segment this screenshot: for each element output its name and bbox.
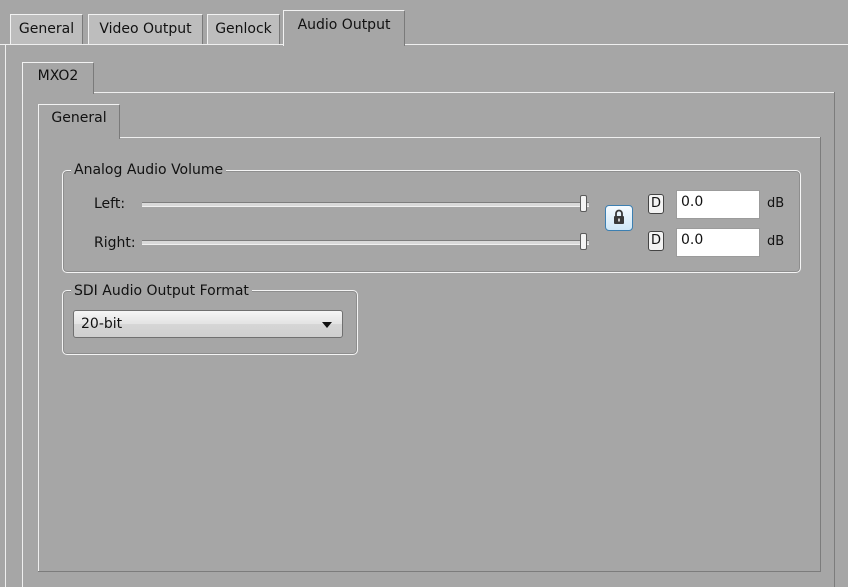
sub-panel-right-border — [820, 137, 821, 572]
analog-audio-volume-title: Analog Audio Volume — [71, 162, 227, 178]
sdi-audio-format-value: 20-bit — [81, 316, 123, 332]
chevron-down-icon — [322, 322, 332, 328]
tab-audio-output[interactable]: Audio Output — [283, 10, 405, 46]
sub-panel-top-border — [118, 137, 820, 138]
sub-panel-left-border — [38, 137, 39, 572]
right-default-button[interactable]: D — [648, 231, 664, 251]
right-volume-label: Right: — [94, 235, 136, 251]
left-volume-input[interactable]: 0.0 — [676, 190, 760, 219]
sub-panel-bottom-border — [38, 571, 821, 572]
device-panel-top-border — [92, 92, 834, 93]
lock-icon — [614, 209, 624, 224]
left-volume-label: Left: — [94, 196, 126, 212]
sdi-audio-format-select[interactable]: 20-bit — [73, 310, 343, 338]
left-volume-slider-track[interactable] — [142, 202, 589, 207]
tab-sub-general[interactable]: General — [38, 104, 120, 139]
sdi-audio-output-format-title: SDI Audio Output Format — [71, 283, 252, 299]
right-volume-slider-thumb[interactable] — [580, 233, 587, 250]
tab-mxo2[interactable]: MXO2 — [22, 62, 94, 94]
tab-general[interactable]: General — [10, 14, 83, 45]
preferences-window: { "tabs": [ {"label": "General"}, {"labe… — [0, 0, 848, 587]
link-channels-button[interactable] — [605, 205, 633, 231]
left-volume-unit: dB — [767, 196, 785, 211]
left-volume-slider-thumb[interactable] — [580, 195, 587, 212]
outer-panel-top-border — [0, 44, 848, 45]
tab-genlock[interactable]: Genlock — [207, 14, 280, 45]
device-panel-left-border — [22, 92, 23, 587]
right-volume-input[interactable]: 0.0 — [676, 228, 760, 257]
tab-video-output[interactable]: Video Output — [88, 14, 203, 45]
right-volume-unit: dB — [767, 234, 785, 249]
outer-panel-left-border — [5, 44, 6, 587]
analog-audio-volume-group — [62, 170, 801, 273]
right-volume-slider-track[interactable] — [142, 240, 589, 245]
device-panel-right-border — [834, 92, 835, 587]
left-default-button[interactable]: D — [648, 194, 664, 214]
